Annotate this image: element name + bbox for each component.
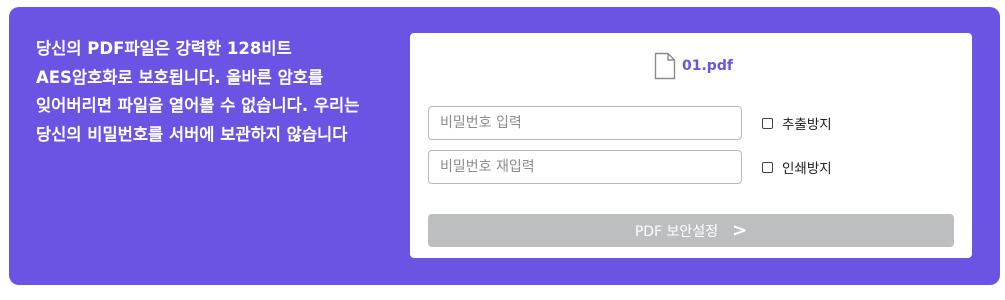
password-confirm-input[interactable] (428, 150, 742, 184)
prevent-extract-checkbox[interactable]: 추출방지 (762, 113, 832, 133)
pdf-protect-panel: 당신의 PDF파일은 강력한 128비트 AES암호화로 보호됩니다. 올바른 … (9, 7, 1000, 285)
pdf-security-submit-button[interactable]: PDF 보안설정 > (428, 214, 954, 247)
chevron-right-icon: > (732, 220, 748, 241)
checkbox-box[interactable] (762, 117, 773, 129)
file-info: 01.pdf (654, 52, 733, 80)
prevent-extract-label: 추출방지 (782, 117, 832, 133)
encryption-description: 당신의 PDF파일은 강력한 128비트 AES암호화로 보호됩니다. 올바른 … (36, 39, 360, 144)
file-name: 01.pdf (682, 58, 733, 74)
password-input[interactable] (428, 106, 742, 140)
prevent-print-checkbox[interactable]: 인쇄방지 (762, 157, 832, 177)
checkbox-box[interactable] (762, 161, 773, 173)
prevent-print-label: 인쇄방지 (782, 161, 832, 177)
submit-label: PDF 보안설정 (634, 223, 719, 240)
file-icon (654, 52, 676, 80)
settings-card: 01.pdf 추출방지 인쇄방지 PDF 보안설정 > (410, 33, 972, 258)
